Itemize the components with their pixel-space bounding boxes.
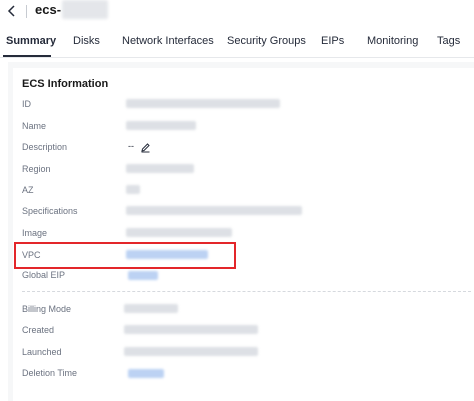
vpc-highlight-box bbox=[14, 242, 236, 269]
description-value: -- bbox=[128, 141, 134, 151]
section-title-ecs-information: ECS Information bbox=[22, 78, 109, 90]
redacted-instance-name bbox=[62, 0, 108, 19]
tab-summary[interactable]: Summary bbox=[6, 35, 56, 48]
redacted-region-value bbox=[126, 164, 194, 173]
label-specifications: Specifications bbox=[22, 206, 78, 216]
page-title: ecs- bbox=[35, 2, 62, 17]
redacted-billing-mode-value bbox=[124, 304, 178, 313]
label-deletion-time: Deletion Time bbox=[22, 368, 78, 378]
redacted-specifications-value bbox=[126, 206, 302, 215]
page-header: ecs- bbox=[0, 0, 474, 26]
redacted-id-value bbox=[126, 99, 280, 108]
redacted-global-eip-link[interactable] bbox=[128, 271, 158, 280]
label-global-eip: Global EIP bbox=[22, 270, 66, 280]
label-az: AZ bbox=[22, 185, 34, 195]
tab-eips[interactable]: EIPs bbox=[321, 35, 344, 48]
tab-bar: Summary Disks Network Interfaces Securit… bbox=[0, 26, 474, 58]
redacted-image-value bbox=[126, 228, 232, 237]
section-divider bbox=[22, 291, 471, 292]
redacted-launched-value bbox=[124, 347, 258, 356]
pencil-edit-icon[interactable] bbox=[140, 140, 151, 153]
tab-security-groups[interactable]: Security Groups bbox=[227, 35, 306, 48]
label-launched: Launched bbox=[22, 347, 62, 357]
label-image: Image bbox=[22, 228, 48, 238]
header-divider bbox=[26, 5, 27, 18]
redacted-created-value bbox=[124, 325, 258, 334]
label-name: Name bbox=[22, 121, 47, 131]
label-id: ID bbox=[22, 99, 31, 109]
label-region: Region bbox=[22, 164, 51, 174]
tab-tags[interactable]: Tags bbox=[437, 35, 460, 48]
redacted-deletion-time-link[interactable] bbox=[128, 369, 164, 378]
redacted-name-value bbox=[126, 121, 196, 130]
label-billing-mode: Billing Mode bbox=[22, 304, 72, 314]
tab-monitoring[interactable]: Monitoring bbox=[367, 35, 418, 48]
tab-network-interfaces[interactable]: Network Interfaces bbox=[122, 35, 214, 48]
redacted-az-value bbox=[126, 185, 140, 194]
active-tab-indicator bbox=[3, 55, 51, 57]
label-description: Description bbox=[22, 142, 68, 152]
tab-disks[interactable]: Disks bbox=[73, 35, 100, 48]
label-created: Created bbox=[22, 325, 55, 335]
chevron-left-icon[interactable] bbox=[6, 3, 20, 19]
